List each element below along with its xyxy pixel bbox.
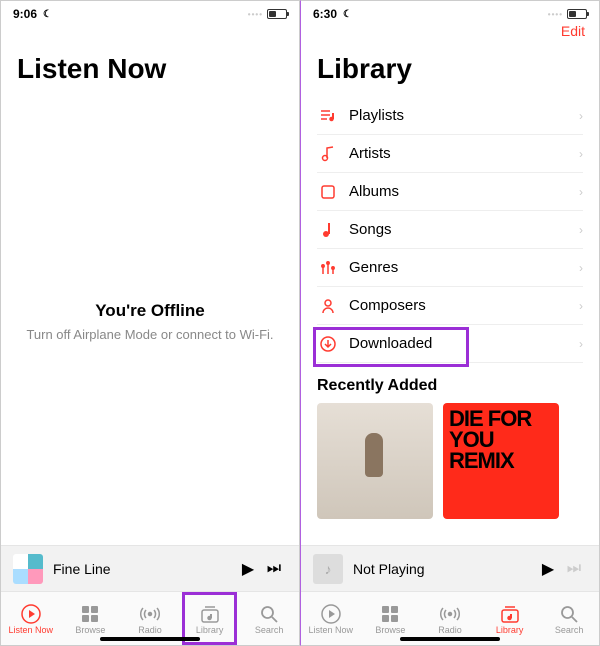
row-composers[interactable]: Composers › — [317, 287, 583, 325]
status-time: 9:06 — [13, 7, 37, 21]
tab-label: Radio — [438, 625, 462, 635]
tab-label: Radio — [138, 625, 162, 635]
row-label: Genres — [349, 259, 579, 276]
tab-search[interactable]: Search — [539, 592, 599, 645]
row-genres[interactable]: Genres › — [317, 249, 583, 287]
search-icon — [260, 603, 278, 625]
radio-waves-icon — [139, 603, 161, 625]
row-playlists[interactable]: Playlists › — [317, 97, 583, 135]
status-bar: 6:30 ☾ •••• — [301, 1, 599, 23]
album-title: DIE FOR YOU REMIX — [449, 406, 531, 473]
row-label: Composers — [349, 297, 579, 314]
tab-label: Search — [255, 625, 284, 635]
library-list: Playlists › Artists › Albums › Songs › G… — [301, 97, 599, 363]
genres-icon — [317, 261, 339, 275]
edit-button[interactable]: Edit — [561, 23, 585, 39]
tab-label: Listen Now — [9, 625, 54, 635]
status-time: 6:30 — [313, 7, 337, 21]
home-indicator[interactable] — [400, 637, 500, 641]
chevron-right-icon: › — [579, 223, 583, 237]
songs-icon — [317, 222, 339, 238]
album-tile[interactable] — [317, 403, 433, 519]
tab-label: Library — [196, 625, 224, 635]
chevron-right-icon: › — [579, 299, 583, 313]
now-playing-title: Not Playing — [353, 561, 535, 577]
battery-icon — [567, 9, 587, 19]
recently-added-heading: Recently Added — [301, 363, 599, 403]
row-label: Playlists — [349, 107, 579, 124]
signal-dots-icon: •••• — [248, 10, 263, 19]
search-icon — [560, 603, 578, 625]
offline-panel: You're Offline Turn off Airplane Mode or… — [1, 97, 299, 545]
tab-search[interactable]: Search — [239, 592, 299, 645]
tab-listen-now[interactable]: Listen Now — [301, 592, 361, 645]
tab-label: Browse — [75, 625, 105, 635]
downloaded-icon — [317, 336, 339, 352]
next-button[interactable]: ⏭ — [261, 560, 287, 578]
now-playing-bar[interactable]: Fine Line ▶ ⏭ — [1, 545, 299, 591]
now-playing-artwork — [13, 554, 43, 584]
row-label: Artists — [349, 145, 579, 162]
tab-label: Browse — [375, 625, 405, 635]
chevron-right-icon: › — [579, 185, 583, 199]
page-title: Library — [301, 45, 599, 97]
row-songs[interactable]: Songs › — [317, 211, 583, 249]
now-playing-title: Fine Line — [53, 561, 235, 577]
play-circle-icon — [321, 603, 341, 625]
play-circle-icon — [21, 603, 41, 625]
offline-heading: You're Offline — [95, 301, 205, 321]
tab-label: Listen Now — [309, 625, 354, 635]
artists-icon — [317, 146, 339, 162]
screen-listen-now: 9:06 ☾ •••• Listen Now You're Offline Tu… — [0, 0, 300, 646]
next-button[interactable]: ⏭ — [561, 560, 587, 578]
chevron-right-icon: › — [579, 261, 583, 275]
albums-icon — [317, 185, 339, 199]
library-icon — [200, 603, 220, 625]
row-label: Albums — [349, 183, 579, 200]
grid-icon — [381, 603, 399, 625]
playlists-icon — [317, 109, 339, 123]
row-albums[interactable]: Albums › — [317, 173, 583, 211]
battery-icon — [267, 9, 287, 19]
composers-icon — [317, 298, 339, 314]
screen-library: 6:30 ☾ •••• Edit Library Playlists › Art… — [300, 0, 600, 646]
status-bar: 9:06 ☾ •••• — [1, 1, 299, 23]
chevron-right-icon: › — [579, 109, 583, 123]
tab-label: Search — [555, 625, 584, 635]
recently-added-grid: DIE FOR YOU REMIX — [301, 403, 599, 519]
play-button[interactable]: ▶ — [235, 559, 261, 579]
radio-waves-icon — [439, 603, 461, 625]
home-indicator[interactable] — [100, 637, 200, 641]
row-artists[interactable]: Artists › — [317, 135, 583, 173]
grid-icon — [81, 603, 99, 625]
row-downloaded[interactable]: Downloaded › — [317, 325, 583, 363]
play-button[interactable]: ▶ — [535, 559, 561, 579]
offline-message: Turn off Airplane Mode or connect to Wi-… — [26, 327, 273, 342]
row-label: Downloaded — [349, 335, 579, 352]
chevron-right-icon: › — [579, 337, 583, 351]
dnd-moon-icon: ☾ — [343, 9, 352, 20]
album-tile[interactable]: DIE FOR YOU REMIX — [443, 403, 559, 519]
now-playing-artwork: ♪ — [313, 554, 343, 584]
dnd-moon-icon: ☾ — [43, 9, 52, 20]
signal-dots-icon: •••• — [548, 10, 563, 19]
tab-listen-now[interactable]: Listen Now — [1, 592, 61, 645]
library-icon — [500, 603, 520, 625]
chevron-right-icon: › — [579, 147, 583, 161]
row-label: Songs — [349, 221, 579, 238]
page-title: Listen Now — [1, 45, 299, 97]
now-playing-bar[interactable]: ♪ Not Playing ▶ ⏭ — [301, 545, 599, 591]
tab-label: Library — [496, 625, 524, 635]
